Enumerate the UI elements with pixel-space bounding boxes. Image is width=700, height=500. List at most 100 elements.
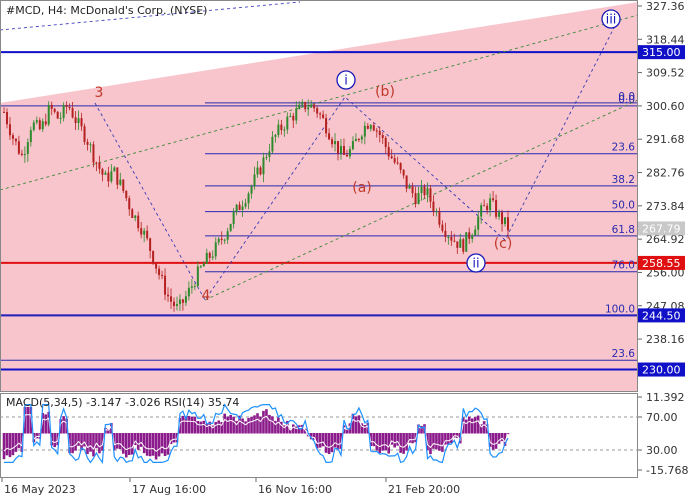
candle-body — [187, 287, 190, 297]
macd-histogram-bar — [318, 433, 322, 448]
macd-histogram-bar — [467, 416, 471, 434]
candle-body — [256, 167, 259, 175]
candle-body — [345, 154, 348, 157]
macd-histogram-bar — [217, 420, 221, 434]
macd-histogram-bar — [74, 433, 77, 451]
candle-body — [158, 268, 161, 276]
macd-histogram-bar — [86, 433, 89, 455]
candle-body — [325, 118, 328, 134]
candle-body — [322, 114, 325, 119]
candle-body — [459, 239, 462, 248]
candle-body — [178, 299, 181, 305]
wave-label-3: 3 — [95, 85, 104, 101]
candle-body — [480, 205, 483, 217]
candle-body — [304, 102, 307, 110]
macd-histogram-bar — [62, 416, 65, 434]
macd-histogram-bar — [193, 416, 197, 434]
macd-histogram-bar — [172, 433, 176, 443]
time-tick-label: 21 Feb 20:00 — [388, 483, 460, 496]
candle-body — [328, 133, 331, 140]
candle-body — [372, 125, 375, 131]
candle-body — [339, 145, 342, 154]
candle-body — [244, 203, 247, 207]
macd-histogram-bar — [271, 416, 274, 434]
macd-histogram-bar — [476, 415, 480, 434]
macd-histogram-bar — [154, 433, 158, 460]
macd-histogram-bar — [473, 417, 477, 434]
candle-body — [155, 263, 158, 269]
candle-body — [426, 188, 429, 196]
macd-histogram-bar — [280, 421, 283, 434]
price-badge-267.79: 267.79 — [642, 222, 681, 235]
fib-label: 0.0 — [618, 94, 635, 106]
price-badge-230.00: 230.00 — [642, 364, 681, 377]
candle-body — [390, 156, 393, 159]
macd-histogram-bar — [160, 433, 164, 454]
fib-label: 100.0 — [605, 303, 635, 315]
candle-body — [310, 104, 313, 108]
macd-histogram-bar — [241, 418, 244, 434]
macd-histogram-bar — [381, 433, 385, 451]
candle-body — [98, 162, 101, 169]
indicator-tick-label: -15.768 — [646, 464, 688, 477]
fib-label: 50.0 — [612, 200, 635, 212]
macd-histogram-bar — [256, 413, 259, 434]
price-chart: 0.00.023.638.250.061.876.0100.023.6 34(a… — [0, 0, 688, 496]
macd-histogram-bar — [387, 433, 391, 454]
indicator-title: MACD(5,34,5) -3.147 -3.026 RSI(14) 35.74 — [6, 396, 239, 409]
macd-histogram-bar — [166, 433, 170, 455]
candle-body — [408, 186, 411, 189]
candle-body — [483, 205, 486, 207]
macd-histogram-bar — [384, 433, 388, 451]
candle-body — [89, 144, 92, 146]
time-tick-label: 17 Aug 16:00 — [132, 483, 206, 496]
candle-body — [432, 201, 435, 212]
candle-body — [232, 211, 235, 224]
candle-body — [65, 104, 68, 107]
candle-body — [348, 149, 351, 157]
candle-body — [116, 167, 119, 185]
wave-label-iii: iii — [606, 13, 617, 28]
candle-body — [405, 175, 408, 189]
candle-body — [277, 124, 280, 136]
candle-body — [447, 236, 450, 238]
candle-body — [229, 223, 232, 232]
candle-body — [86, 141, 89, 145]
candle-body — [450, 236, 453, 241]
candle-body — [492, 198, 495, 201]
candle-body — [110, 171, 113, 182]
macd-histogram-bar — [223, 413, 226, 434]
fib-label: 38.2 — [612, 174, 635, 186]
price-tick-label: 282.76 — [646, 167, 685, 180]
candle-body — [307, 107, 310, 110]
candle-body — [438, 211, 441, 225]
indicator-tick-label: 70.00 — [646, 411, 678, 424]
macd-histogram-bar — [277, 417, 280, 434]
candle-body — [92, 144, 95, 163]
macd-histogram-bar — [214, 421, 218, 434]
time-axis: 16 May 2023 17 Aug 16:00 16 Nov 16:00 21 Fe… — [1, 478, 460, 496]
macd-histogram-bar — [291, 424, 295, 434]
candle-body — [292, 115, 295, 121]
macd-histogram-bar — [17, 433, 21, 449]
macd-histogram-bar — [333, 433, 337, 448]
candle-body — [68, 106, 71, 109]
price-tick-label: 300.60 — [646, 100, 685, 113]
macd-histogram-bar — [124, 433, 128, 458]
candle-body — [396, 162, 399, 164]
candle-body — [262, 157, 265, 175]
candle-body — [462, 239, 465, 252]
candle-body — [414, 193, 417, 204]
macd-histogram-bar — [411, 433, 414, 444]
macd-histogram-bar — [405, 433, 408, 451]
wave-label-(a): (a) — [352, 180, 372, 196]
candle-body — [125, 190, 128, 199]
macd-histogram-bar — [145, 433, 149, 456]
candle-body — [205, 252, 208, 264]
candle-body — [32, 122, 35, 131]
candle-body — [250, 186, 253, 194]
candle-body — [11, 135, 14, 139]
candle-body — [77, 118, 80, 123]
candle-body — [3, 111, 5, 113]
macd-histogram-bar — [181, 415, 185, 434]
